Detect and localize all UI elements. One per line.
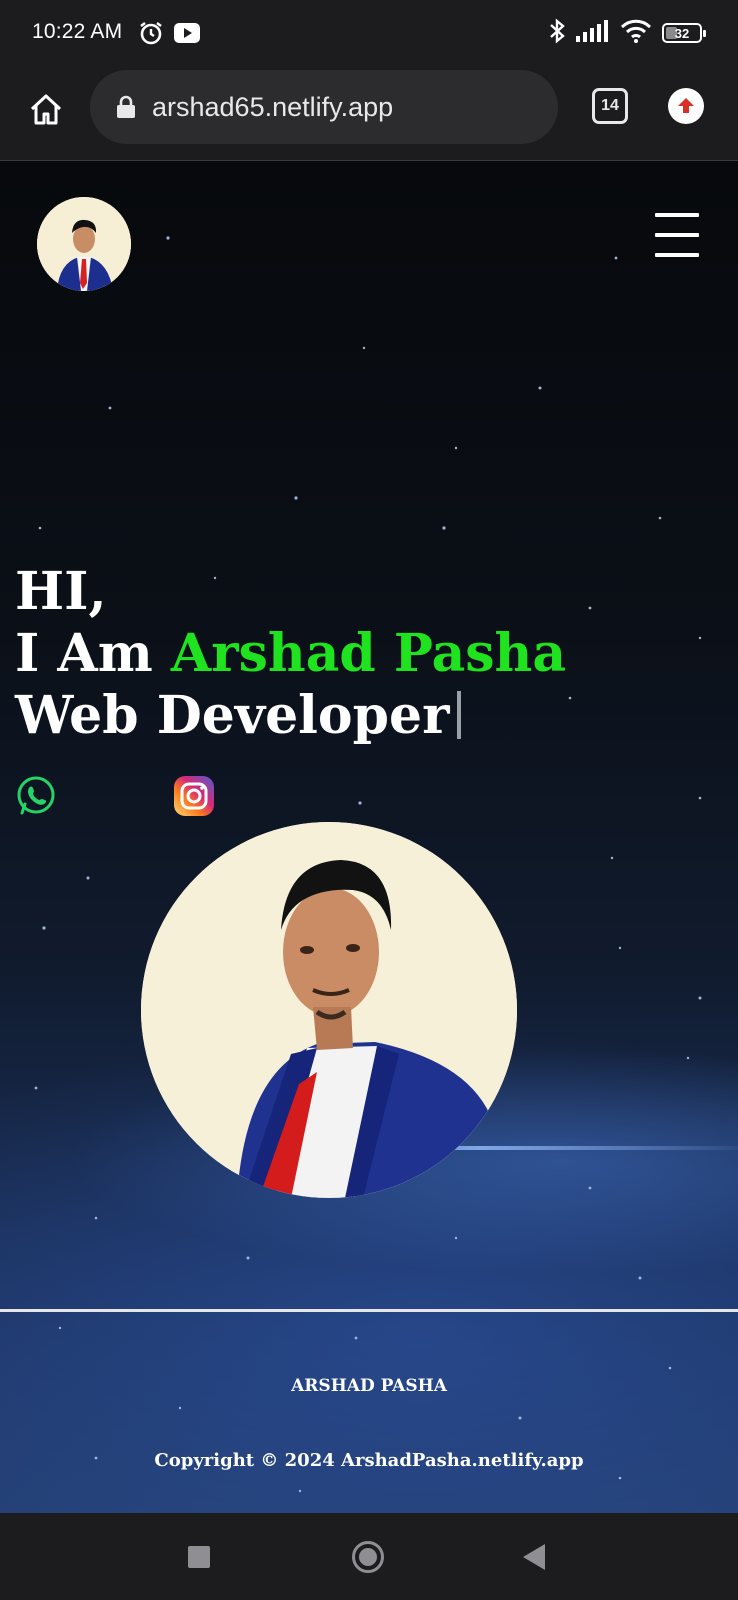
menu-line [655,253,699,257]
signal-icon [576,20,610,46]
hero-intro-line: I Am Arshad Pasha [15,623,566,685]
update-button[interactable] [668,88,704,124]
hero-intro: I Am [15,623,171,684]
footer-divider [0,1309,738,1312]
status-left-icons [138,20,200,50]
hero-role: Web Developer [15,685,450,746]
footer-name: ARSHAD PASHA [291,1376,447,1396]
footer-copyright: Copyright © 2024 ArshadPasha.netlify.app [154,1450,584,1471]
hamburger-menu-button[interactable] [655,213,699,257]
browser-toolbar: arshad65.netlify.app 14 [0,66,738,161]
web-page: HI, I Am Arshad Pasha Web Developer ARSH… [0,161,738,1513]
battery-level: 32 [674,25,690,41]
typing-cursor [457,691,462,739]
menu-line [655,233,699,237]
update-icon [678,98,694,113]
profile-photo [141,822,517,1198]
status-bar: 10:22 AM 32 [0,0,738,66]
lock-icon [116,95,136,119]
status-time: 10:22 AM [32,20,123,43]
home-button[interactable] [22,86,70,134]
menu-line [655,213,699,217]
battery-icon: 32 [662,23,706,43]
alarm-icon [138,20,164,50]
instagram-link[interactable] [173,775,215,821]
avatar-portrait [37,197,131,291]
recents-button[interactable] [188,1546,210,1568]
nav-avatar[interactable] [37,197,131,291]
hero-name: Arshad Pasha [170,623,567,684]
wifi-icon [620,19,652,47]
youtube-icon [174,23,200,47]
url-bar[interactable]: arshad65.netlify.app [90,70,558,144]
tab-count: 14 [601,97,619,114]
tabs-button[interactable]: 14 [592,88,628,124]
instagram-icon [174,776,214,816]
system-nav-bar [0,1513,738,1600]
back-button[interactable] [523,1544,545,1570]
status-right-icons: 32 [548,18,706,48]
hero-heading: HI, I Am Arshad Pasha Web Developer [15,561,566,747]
home-nav-button[interactable] [352,1541,384,1573]
hero-role-line: Web Developer [15,685,566,747]
whatsapp-link[interactable] [15,775,57,821]
home-icon [30,94,62,125]
whatsapp-icon [17,776,55,815]
profile-portrait [141,822,517,1198]
hero-greeting: HI, [15,561,107,622]
url-text: arshad65.netlify.app [152,91,394,122]
bluetooth-icon [548,18,566,48]
